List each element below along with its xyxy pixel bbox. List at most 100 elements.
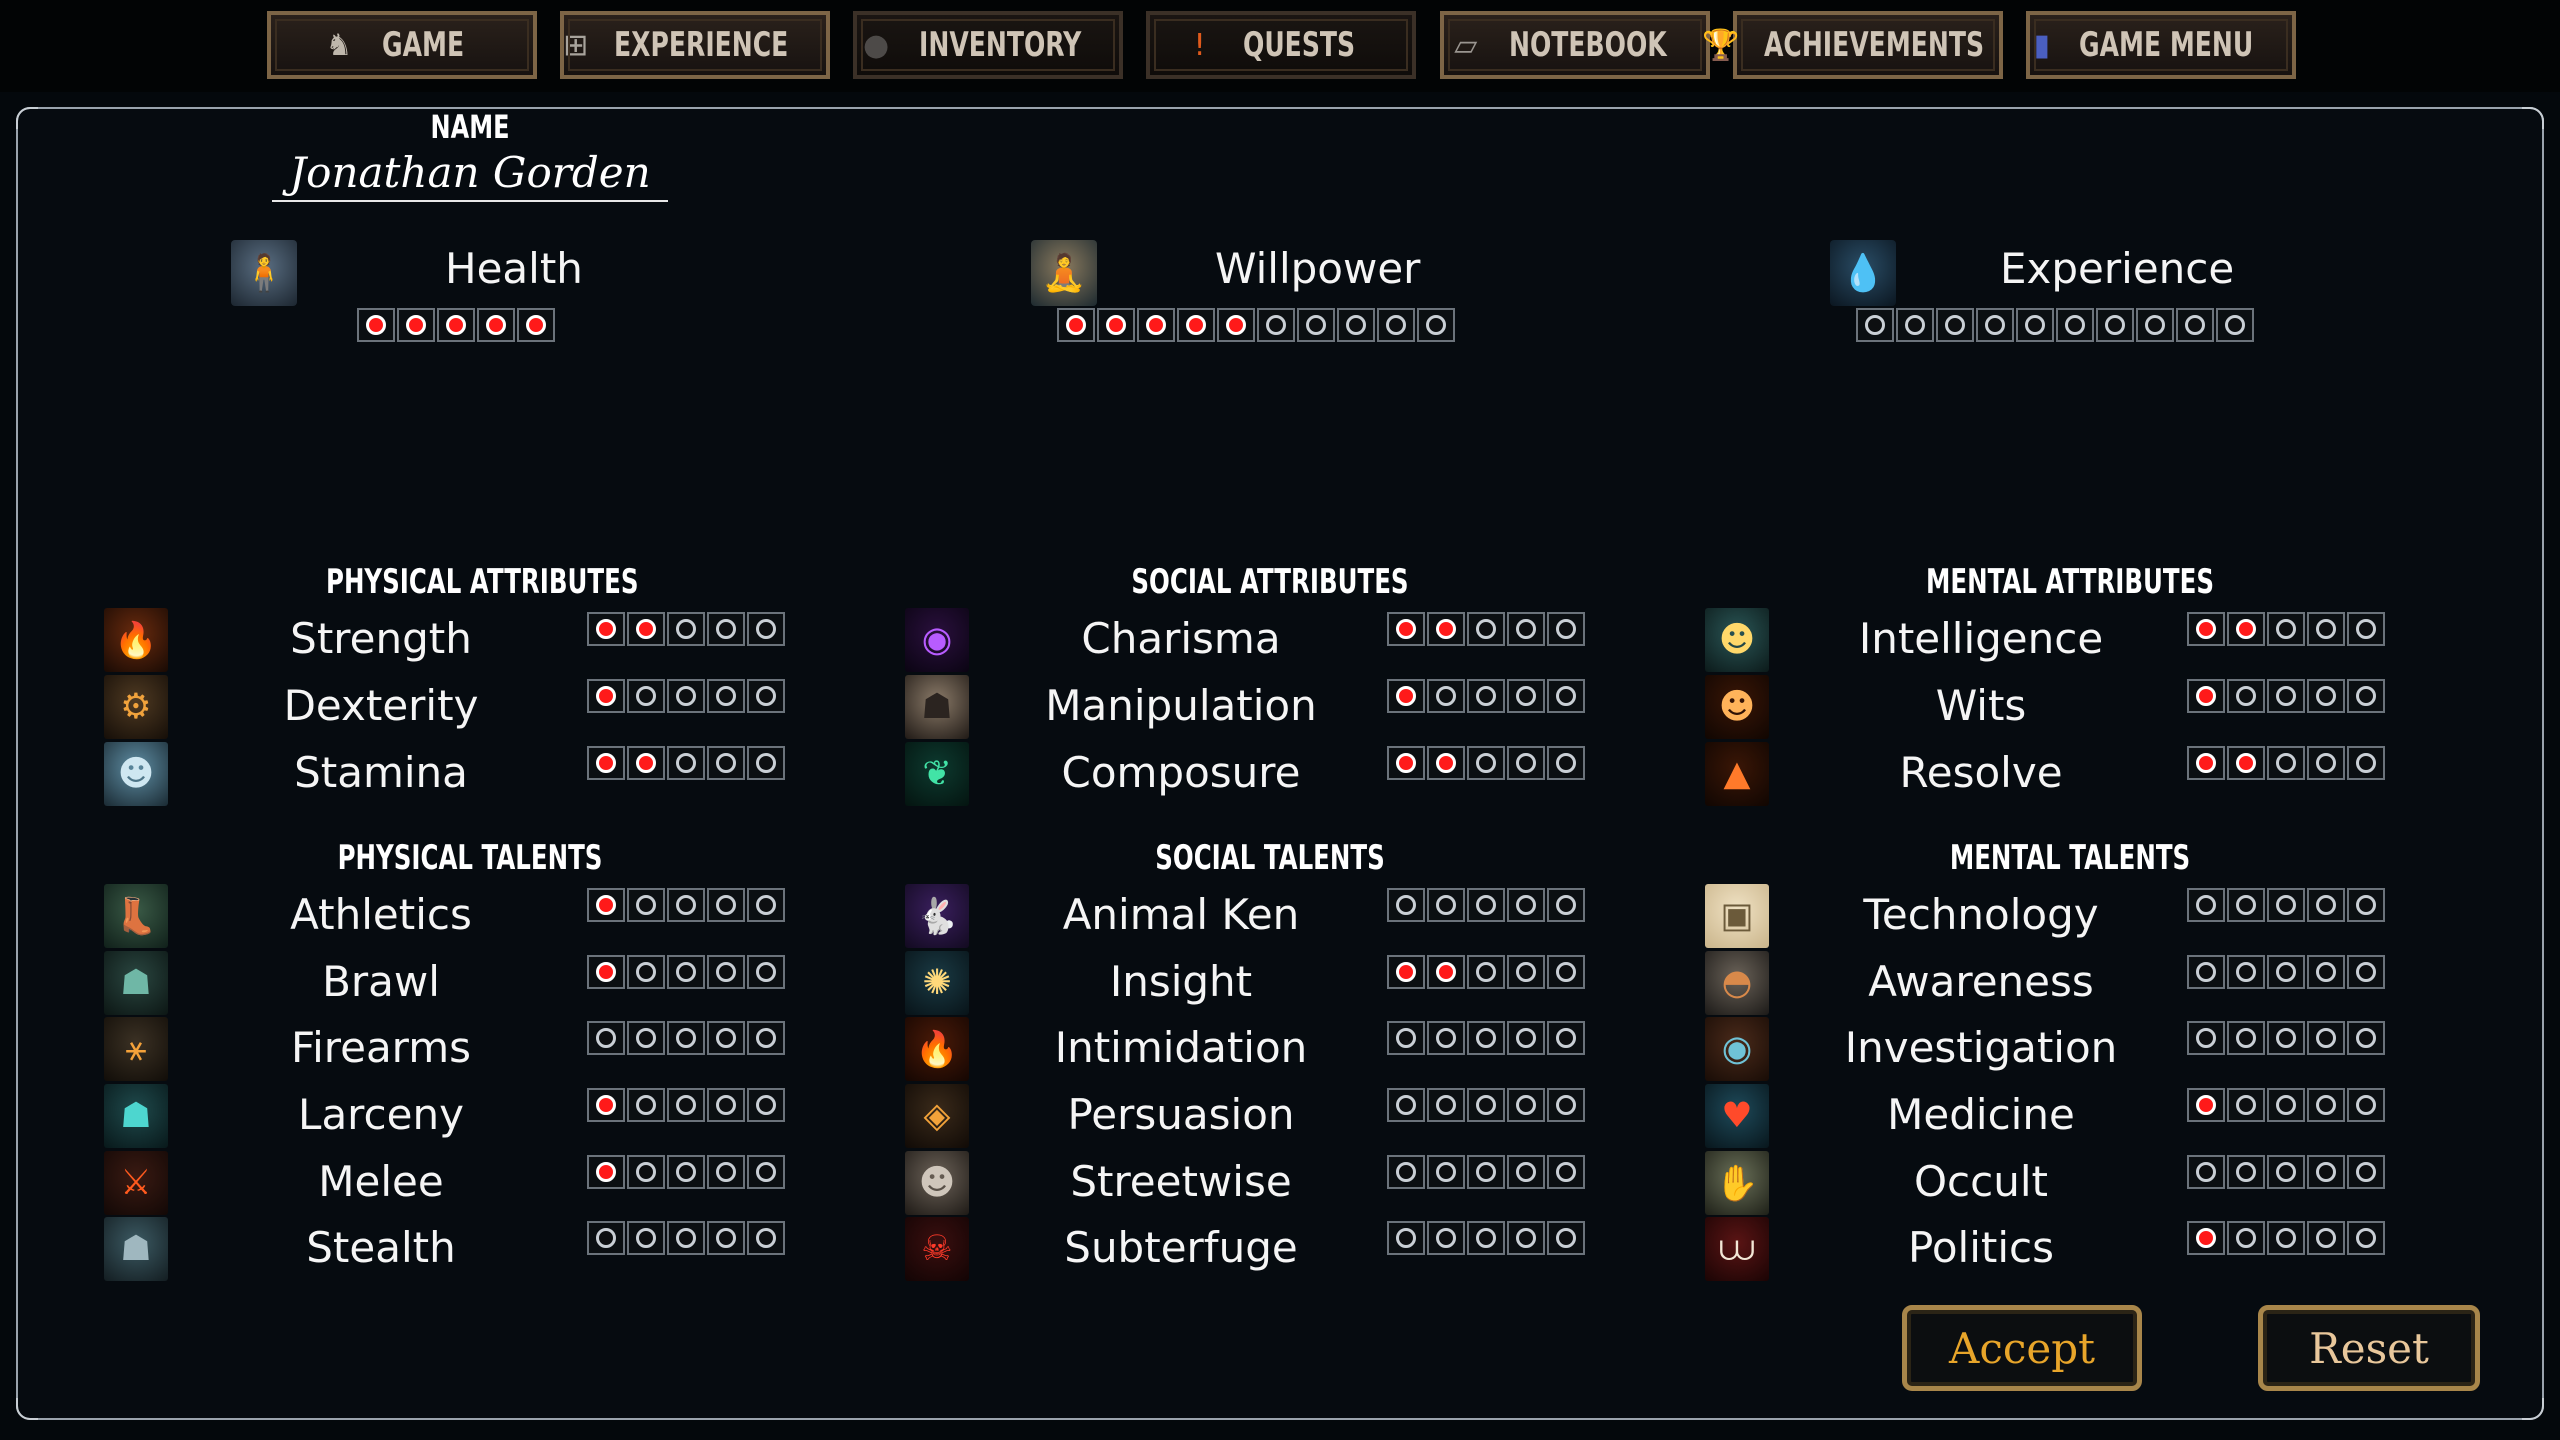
dot-empty[interactable] bbox=[2307, 955, 2345, 989]
dot-empty[interactable] bbox=[707, 1155, 745, 1189]
dot-empty[interactable] bbox=[2347, 1221, 2385, 1255]
dot-empty[interactable] bbox=[2307, 1221, 2345, 1255]
dot-empty[interactable] bbox=[1507, 1155, 1545, 1189]
dot-empty[interactable] bbox=[1507, 955, 1545, 989]
dot-empty[interactable] bbox=[1467, 612, 1505, 646]
dot-empty[interactable] bbox=[1467, 679, 1505, 713]
dot-empty[interactable] bbox=[2347, 1021, 2385, 1055]
dot-empty[interactable] bbox=[1427, 1155, 1465, 1189]
dot-filled[interactable] bbox=[1427, 612, 1465, 646]
dot-empty[interactable] bbox=[747, 1088, 785, 1122]
menu-experience-button[interactable]: ⊞ EXPERIENCE bbox=[560, 11, 830, 79]
dot-empty[interactable] bbox=[2227, 679, 2265, 713]
dot-filled[interactable] bbox=[1387, 679, 1425, 713]
menu-achievements-button[interactable]: 🏆 ACHIEVEMENTS bbox=[1702, 11, 2003, 79]
dot-empty[interactable] bbox=[667, 1021, 705, 1055]
dot-filled[interactable] bbox=[1217, 308, 1255, 342]
dot-empty[interactable] bbox=[1467, 1221, 1505, 1255]
dot-empty[interactable] bbox=[1507, 1021, 1545, 1055]
dot-empty[interactable] bbox=[2267, 612, 2305, 646]
dot-filled[interactable] bbox=[517, 308, 555, 342]
dot-empty[interactable] bbox=[1856, 308, 1894, 342]
dot-empty[interactable] bbox=[1547, 1021, 1585, 1055]
dot-empty[interactable] bbox=[1387, 1021, 1425, 1055]
dot-empty[interactable] bbox=[747, 1155, 785, 1189]
dot-empty[interactable] bbox=[1467, 955, 1505, 989]
dot-filled[interactable] bbox=[627, 746, 665, 780]
dot-empty[interactable] bbox=[2307, 1021, 2345, 1055]
dot-empty[interactable] bbox=[667, 746, 705, 780]
dot-empty[interactable] bbox=[627, 679, 665, 713]
dot-empty[interactable] bbox=[2307, 746, 2345, 780]
menu-inventory-button[interactable]: ● INVENTORY bbox=[853, 11, 1123, 79]
dot-empty[interactable] bbox=[1257, 308, 1295, 342]
dot-empty[interactable] bbox=[627, 1155, 665, 1189]
dot-empty[interactable] bbox=[1547, 679, 1585, 713]
dot-filled[interactable] bbox=[397, 308, 435, 342]
dot-empty[interactable] bbox=[1507, 1088, 1545, 1122]
dot-empty[interactable] bbox=[627, 955, 665, 989]
dot-empty[interactable] bbox=[667, 1155, 705, 1189]
dot-empty[interactable] bbox=[747, 1021, 785, 1055]
dot-filled[interactable] bbox=[587, 955, 625, 989]
dot-empty[interactable] bbox=[667, 1221, 705, 1255]
dot-empty[interactable] bbox=[1297, 308, 1335, 342]
dot-empty[interactable] bbox=[2347, 1088, 2385, 1122]
dot-filled[interactable] bbox=[2187, 746, 2225, 780]
dot-empty[interactable] bbox=[2347, 1155, 2385, 1189]
dot-empty[interactable] bbox=[707, 746, 745, 780]
dot-empty[interactable] bbox=[1547, 612, 1585, 646]
menu-notebook-button[interactable]: ▱ NOTEBOOK bbox=[1440, 11, 1710, 79]
dot-empty[interactable] bbox=[1377, 308, 1415, 342]
dot-empty[interactable] bbox=[2307, 1088, 2345, 1122]
dot-empty[interactable] bbox=[2347, 955, 2385, 989]
dot-empty[interactable] bbox=[1507, 746, 1545, 780]
dot-empty[interactable] bbox=[1427, 1021, 1465, 1055]
dot-empty[interactable] bbox=[1417, 308, 1455, 342]
dot-empty[interactable] bbox=[1507, 679, 1545, 713]
dot-empty[interactable] bbox=[2267, 1088, 2305, 1122]
dot-empty[interactable] bbox=[1427, 1221, 1465, 1255]
dot-filled[interactable] bbox=[1387, 746, 1425, 780]
dot-empty[interactable] bbox=[1427, 679, 1465, 713]
dot-filled[interactable] bbox=[477, 308, 515, 342]
dot-empty[interactable] bbox=[667, 612, 705, 646]
dot-empty[interactable] bbox=[1547, 1088, 1585, 1122]
dot-filled[interactable] bbox=[587, 1155, 625, 1189]
dot-empty[interactable] bbox=[1387, 1088, 1425, 1122]
menu-game-button[interactable]: ♞ GAME bbox=[267, 11, 537, 79]
dot-empty[interactable] bbox=[2267, 679, 2305, 713]
dot-filled[interactable] bbox=[587, 1088, 625, 1122]
dot-filled[interactable] bbox=[1427, 955, 1465, 989]
dot-empty[interactable] bbox=[2347, 679, 2385, 713]
dot-empty[interactable] bbox=[2227, 955, 2265, 989]
menu-quests-button[interactable]: ! QUESTS bbox=[1146, 11, 1416, 79]
dot-empty[interactable] bbox=[1547, 1221, 1585, 1255]
dot-empty[interactable] bbox=[667, 888, 705, 922]
dot-empty[interactable] bbox=[1976, 308, 2014, 342]
dot-empty[interactable] bbox=[1467, 1155, 1505, 1189]
dot-filled[interactable] bbox=[2187, 1088, 2225, 1122]
dot-filled[interactable] bbox=[1177, 308, 1215, 342]
dot-empty[interactable] bbox=[707, 1221, 745, 1255]
dot-empty[interactable] bbox=[1337, 308, 1375, 342]
dot-empty[interactable] bbox=[1427, 888, 1465, 922]
dot-empty[interactable] bbox=[1467, 746, 1505, 780]
dot-empty[interactable] bbox=[2267, 888, 2305, 922]
dot-empty[interactable] bbox=[587, 1221, 625, 1255]
dot-filled[interactable] bbox=[1387, 955, 1425, 989]
dot-filled[interactable] bbox=[2187, 679, 2225, 713]
dot-filled[interactable] bbox=[627, 612, 665, 646]
dot-empty[interactable] bbox=[1547, 746, 1585, 780]
dot-empty[interactable] bbox=[1896, 308, 1934, 342]
dot-filled[interactable] bbox=[587, 679, 625, 713]
dot-empty[interactable] bbox=[2056, 308, 2094, 342]
dot-filled[interactable] bbox=[587, 746, 625, 780]
dot-empty[interactable] bbox=[2307, 612, 2345, 646]
dot-empty[interactable] bbox=[1547, 888, 1585, 922]
dot-empty[interactable] bbox=[707, 612, 745, 646]
dot-empty[interactable] bbox=[1427, 1088, 1465, 1122]
dot-empty[interactable] bbox=[2267, 1021, 2305, 1055]
dot-empty[interactable] bbox=[627, 1221, 665, 1255]
dot-empty[interactable] bbox=[2187, 1155, 2225, 1189]
